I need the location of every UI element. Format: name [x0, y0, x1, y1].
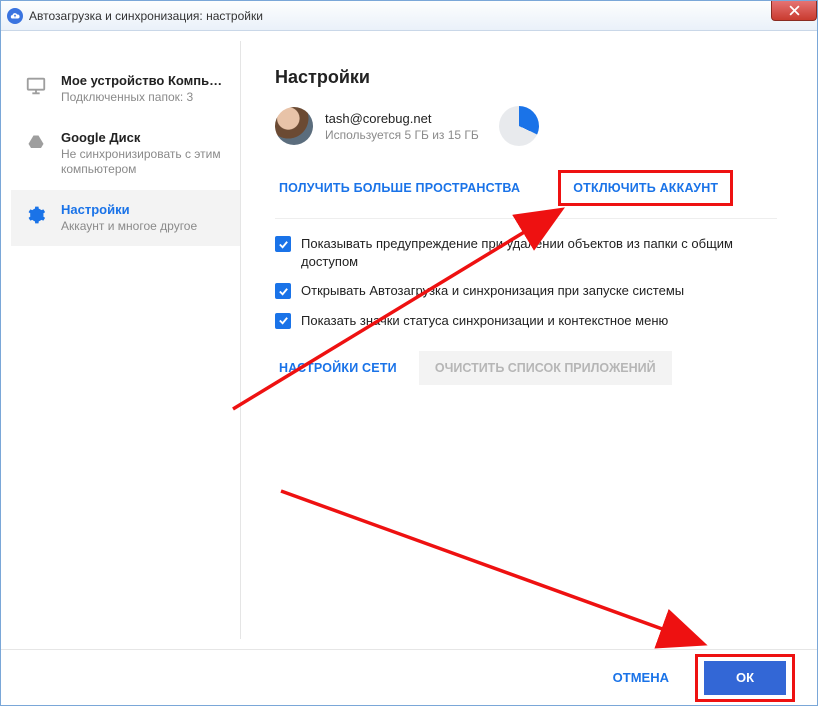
- sidebar-item-settings[interactable]: Настройки Аккаунт и многое другое: [11, 190, 240, 247]
- checkbox-row-open-startup: Открывать Автозагрузка и синхронизация п…: [275, 282, 777, 300]
- gear-icon: [25, 204, 47, 226]
- window-title: Автозагрузка и синхронизация: настройки: [29, 9, 263, 23]
- drive-icon: [25, 132, 47, 154]
- network-settings-button[interactable]: НАСТРОЙКИ СЕТИ: [275, 351, 401, 385]
- checkbox-row-show-status: Показать значки статуса синхронизации и …: [275, 312, 777, 330]
- annotation-highlight: ОТКЛЮЧИТЬ АККАУНТ: [558, 170, 733, 206]
- sidebar-item-subtitle: Подключенных папок: 3: [61, 90, 226, 106]
- sidebar-item-subtitle: Аккаунт и многое другое: [61, 219, 197, 235]
- checkbox-row-warn-delete: Показывать предупреждение при удалении о…: [275, 235, 777, 270]
- app-window: Автозагрузка и синхронизация: настройки …: [0, 0, 818, 706]
- checkbox-label: Показывать предупреждение при удалении о…: [301, 235, 777, 270]
- ok-button[interactable]: ОК: [704, 661, 786, 695]
- page-heading: Настройки: [275, 67, 777, 88]
- sidebar-item-title: Google Диск: [61, 130, 226, 145]
- monitor-icon: [25, 75, 47, 97]
- title-bar: Автозагрузка и синхронизация: настройки: [1, 1, 817, 31]
- account-email: tash@corebug.net: [325, 111, 479, 126]
- annotation-highlight: ОК: [695, 654, 795, 702]
- account-links-row: ПОЛУЧИТЬ БОЛЬШЕ ПРОСТРАНСТВА ОТКЛЮЧИТЬ А…: [275, 170, 777, 206]
- divider: [275, 218, 777, 219]
- main-panel: Настройки tash@corebug.net Используется …: [241, 41, 807, 639]
- secondary-buttons-row: НАСТРОЙКИ СЕТИ ОЧИСТИТЬ СПИСОК ПРИЛОЖЕНИ…: [275, 351, 777, 385]
- app-cloud-icon: [7, 8, 23, 24]
- storage-usage-text: Используется 5 ГБ из 15 ГБ: [325, 128, 479, 142]
- sidebar-item-google-drive[interactable]: Google Диск Не синхронизировать с этим к…: [11, 118, 240, 190]
- clear-apps-button[interactable]: ОЧИСТИТЬ СПИСОК ПРИЛОЖЕНИЙ: [419, 351, 672, 385]
- checkbox-warn-delete[interactable]: [275, 236, 291, 252]
- sidebar: Мое устройство Компьют.. Подключенных па…: [11, 41, 241, 639]
- sidebar-item-title: Мое устройство Компьют..: [61, 73, 226, 88]
- get-more-space-button[interactable]: ПОЛУЧИТЬ БОЛЬШЕ ПРОСТРАНСТВА: [275, 170, 524, 206]
- footer: ОТМЕНА ОК: [1, 649, 817, 705]
- avatar: [275, 107, 313, 145]
- checkbox-label: Открывать Автозагрузка и синхронизация п…: [301, 282, 684, 300]
- account-row: tash@corebug.net Используется 5 ГБ из 15…: [275, 106, 777, 146]
- storage-pie-chart: [499, 106, 539, 146]
- checkbox-label: Показать значки статуса синхронизации и …: [301, 312, 668, 330]
- cancel-button[interactable]: ОТМЕНА: [613, 670, 669, 685]
- checkbox-show-status[interactable]: [275, 313, 291, 329]
- close-button[interactable]: [771, 1, 817, 21]
- window-body: Мое устройство Компьют.. Подключенных па…: [1, 31, 817, 649]
- sidebar-item-my-device[interactable]: Мое устройство Компьют.. Подключенных па…: [11, 61, 240, 118]
- disconnect-account-button[interactable]: ОТКЛЮЧИТЬ АККАУНТ: [569, 175, 722, 201]
- sidebar-item-subtitle: Не синхронизировать с этим компьютером: [61, 147, 226, 178]
- checkbox-open-startup[interactable]: [275, 283, 291, 299]
- sidebar-item-title: Настройки: [61, 202, 197, 217]
